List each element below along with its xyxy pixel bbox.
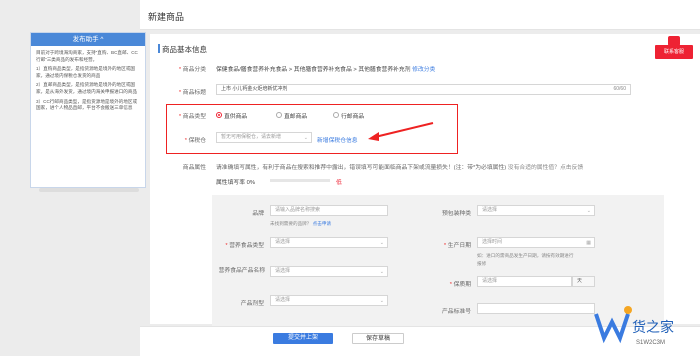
helper-body: 目前对于跨境海淘商家，支持“直购、BC直邮、CC行邮”三类商品的发布和经营。 1… <box>31 46 145 119</box>
helper-toggle[interactable]: 发布助手 ^ <box>31 33 145 46</box>
dosage-select[interactable]: 请选择 ⌄ <box>270 295 388 306</box>
watermark-text: 货之家 <box>632 319 674 335</box>
radio-selected-icon <box>216 112 222 119</box>
helper-paragraph: 目前对于跨境海淘商家，支持“直购、BC直邮、CC行邮”三类商品的发布和经营。 <box>36 50 138 62</box>
shelf-life-input[interactable]: 请选择 <box>477 276 572 287</box>
presale-label: 预包装种类 <box>442 211 471 217</box>
shelf-life-label: * 保质期 <box>449 282 471 288</box>
product-type-option-mail[interactable]: 直邮商品 <box>276 111 307 120</box>
product-title-label: * 商品标题 <box>178 90 206 96</box>
top-bar <box>140 0 700 30</box>
nutrition-name-select[interactable]: 请选择 ⌄ <box>270 266 388 277</box>
dosage-label: 产品剂型 <box>240 301 264 307</box>
fill-rate-bar <box>270 179 330 182</box>
category-value: 保健食品/膳食营养补充食品 > 其他膳食营养补充食品 > 其他膳食营养补充剂 修… <box>216 67 436 73</box>
product-title-input[interactable]: 上市 小儿钙金火炬培新优冲剂 60/60 <box>216 84 631 95</box>
warehouse-select[interactable]: 暂无可用保税仓，请去新增 ⌄ <box>216 132 312 143</box>
radio-icon <box>333 112 339 119</box>
site-watermark-logo: 货之家 S1W2C3M <box>592 296 697 354</box>
add-warehouse-link[interactable]: 新增保税仓信息 <box>317 135 358 144</box>
attributes-note: 请准确填写属性，有利于商品在搜索和推荐中露出，错误填写可能面临商品下架或流量损失… <box>216 165 584 171</box>
chevron-down-icon: ⌄ <box>379 240 384 246</box>
chevron-down-icon: ⌄ <box>379 269 384 275</box>
warehouse-label: * 保税仓 <box>184 138 206 144</box>
chevron-down-icon: ⌄ <box>303 135 308 141</box>
chevron-down-icon: ⌄ <box>379 298 384 304</box>
presale-select[interactable]: 请选择 ⌄ <box>477 205 595 216</box>
watermark-logo-icon: 货之家 S1W2C3M <box>594 306 674 346</box>
standard-label: 产品标准号 <box>442 309 471 315</box>
save-draft-button[interactable]: 保存草稿 <box>352 333 404 344</box>
production-date-hint-2: 报修 <box>477 261 487 266</box>
nutrition-type-label: * 营养食品类型 <box>225 243 264 249</box>
contact-service-button[interactable]: 联系客服 <box>655 45 693 59</box>
standard-input[interactable] <box>477 303 595 314</box>
fill-rate-label: 属性填写率 0% <box>216 180 255 186</box>
section-marker <box>158 44 160 53</box>
helper-paragraph: 2）直邮商品类型，是指货源地是境外的地区或国家，是从海外发货，通过境内海关申报进… <box>36 82 138 94</box>
product-type-label: * 商品类型 <box>178 114 206 120</box>
product-type-option-cc[interactable]: 行邮商品 <box>333 111 364 120</box>
category-label: * 商品分类 <box>178 67 206 73</box>
attribute-feedback-link[interactable]: 没有合适的属性值？点击反馈 <box>508 165 583 171</box>
section-title: 商品基本信息 <box>162 45 207 54</box>
radio-icon <box>276 112 282 119</box>
helper-paragraph: 3）CC行邮商品类型，是指货源地是境外的地区或国家，进个人物品直邮，平台不会搬送… <box>36 98 138 111</box>
title-char-count: 60/60 <box>613 86 626 92</box>
calendar-icon: ▦ <box>586 240 591 246</box>
production-date-picker[interactable]: 选择时间 ▦ <box>477 237 595 248</box>
brand-hint: 未找到需要的品牌？ 点击申请 <box>270 221 332 226</box>
helper-scrollbar[interactable] <box>39 188 139 192</box>
nutrition-name-label: 营养食品产品名称 <box>218 268 265 274</box>
fill-rate-value: 低 <box>336 180 342 186</box>
helper-paragraph: 1）直购商品类型，是指货源地是境外的地区或国家，通过境内保税仓发货的商品 <box>36 66 136 78</box>
attributes-label: 商品属性 <box>182 165 206 171</box>
production-date-label: * 生产日期 <box>443 243 471 249</box>
submit-publish-button[interactable]: 提交并上架 <box>273 333 333 344</box>
shelf-life-unit: 天 <box>572 276 595 287</box>
annotation-arrow-icon <box>368 122 434 141</box>
publish-helper-panel: 发布助手 ^ 目前对于跨境海淘商家，支持“直购、BC直邮、CC行邮”三类商品的发… <box>30 32 146 192</box>
product-type-option-direct[interactable]: 直供商品 <box>216 111 247 120</box>
brand-input[interactable]: 请输入品牌名称搜索 <box>270 205 388 216</box>
brand-label: 品牌 <box>252 211 264 217</box>
change-category-link[interactable]: 修改分类 <box>412 67 435 73</box>
apply-brand-link[interactable]: 点击申请 <box>313 221 331 226</box>
chevron-down-icon: ⌄ <box>586 208 591 214</box>
watermark-subtext: S1W2C3M <box>636 340 665 346</box>
nutrition-type-select[interactable]: 请选择 ⌄ <box>270 237 388 248</box>
page-title: 新建商品 <box>148 12 185 22</box>
production-date-hint: 如：进口的需商品发生产日期，请按有效期进行 <box>477 253 574 258</box>
